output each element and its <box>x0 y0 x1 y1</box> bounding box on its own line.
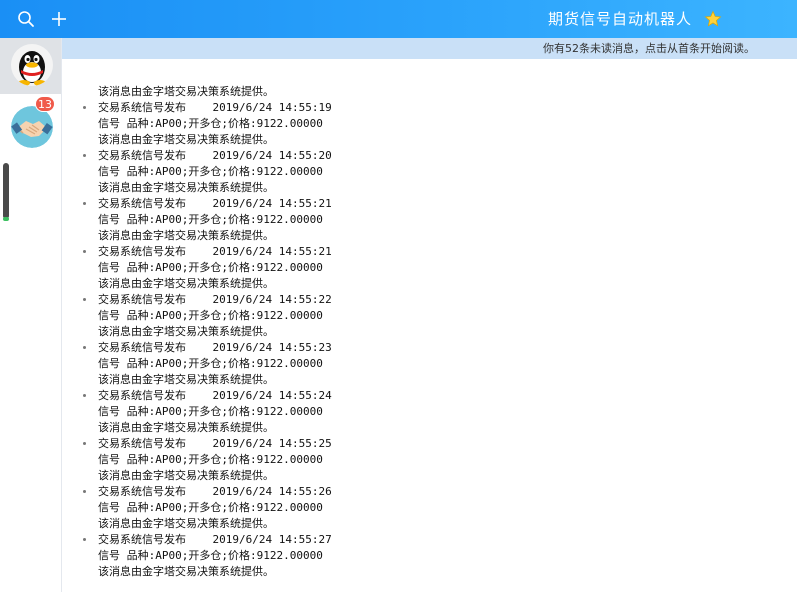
unread-notice-bar: 你有52条未读消息，点击从首条开始阅读。 <box>62 38 797 59</box>
list-bullet <box>83 202 86 205</box>
message-signal: 信号 品种:AP00;开多仓;价格:9122.00000 <box>98 357 323 370</box>
list-bullet <box>83 346 86 349</box>
message-header-text: 交易系统信号发布 2019/6/24 14:55:21 <box>98 197 332 210</box>
message-signal: 信号 品种:AP00;开多仓;价格:9122.00000 <box>98 213 323 226</box>
list-bullet <box>83 250 86 253</box>
message-footer: 该消息由金字塔交易决策系统提供。 <box>98 469 274 482</box>
message-header-text: 交易系统信号发布 2019/6/24 14:55:20 <box>98 149 332 162</box>
unread-notice-link[interactable]: 你有52条未读消息，点击从首条开始阅读。 <box>543 41 755 56</box>
plus-icon[interactable] <box>49 9 69 29</box>
message-header-text: 交易系统信号发布 2019/6/24 14:55:25 <box>98 437 332 450</box>
list-bullet <box>83 490 86 493</box>
list-bullet <box>83 106 86 109</box>
star-icon <box>704 10 722 28</box>
message-signal: 信号 品种:AP00;开多仓;价格:9122.00000 <box>98 165 323 178</box>
message-area[interactable]: 该消息由金字塔交易决策系统提供。 交易系统信号发布 2019/6/24 14:5… <box>62 59 797 592</box>
message-footer: 该消息由金字塔交易决策系统提供。 <box>98 85 274 98</box>
list-bullet <box>83 394 86 397</box>
message-signal: 信号 品种:AP00;开多仓;价格:9122.00000 <box>98 501 323 514</box>
message-header: 交易系统信号发布 2019/6/24 14:55:26 <box>62 484 332 500</box>
list-bullet <box>83 298 86 301</box>
message-header-text: 交易系统信号发布 2019/6/24 14:55:21 <box>98 245 332 258</box>
message-footer: 该消息由金字塔交易决策系统提供。 <box>98 373 274 386</box>
list-bullet <box>83 154 86 157</box>
window-title: 期货信号自动机器人 <box>548 10 693 28</box>
message-footer: 该消息由金字塔交易决策系统提供。 <box>98 133 274 146</box>
message-header: 交易系统信号发布 2019/6/24 14:55:27 <box>62 532 332 548</box>
unread-count-badge: 13 <box>35 96 55 112</box>
sidebar-item-qq[interactable] <box>0 38 61 94</box>
message-signal: 信号 品种:AP00;开多仓;价格:9122.00000 <box>98 549 323 562</box>
message-signal: 信号 品种:AP00;开多仓;价格:9122.00000 <box>98 405 323 418</box>
search-icon[interactable] <box>16 9 36 29</box>
message-footer: 该消息由金字塔交易决策系统提供。 <box>98 517 274 530</box>
sidebar-item-robot[interactable]: 13 <box>0 96 61 156</box>
message-header: 交易系统信号发布 2019/6/24 14:55:19 <box>62 100 332 116</box>
message-footer: 该消息由金字塔交易决策系统提供。 <box>98 565 274 578</box>
message-header-text: 交易系统信号发布 2019/6/24 14:55:24 <box>98 389 332 402</box>
message-footer: 该消息由金字塔交易决策系统提供。 <box>98 229 274 242</box>
message-header: 交易系统信号发布 2019/6/24 14:55:21 <box>62 244 332 260</box>
list-bullet <box>83 442 86 445</box>
title-bar: 期货信号自动机器人 <box>0 0 797 38</box>
message-footer: 该消息由金字塔交易决策系统提供。 <box>98 421 274 434</box>
message-footer: 该消息由金字塔交易决策系统提供。 <box>98 181 274 194</box>
message-signal: 信号 品种:AP00;开多仓;价格:9122.00000 <box>98 309 323 322</box>
message-header: 交易系统信号发布 2019/6/24 14:55:25 <box>62 436 332 452</box>
message-header: 交易系统信号发布 2019/6/24 14:55:23 <box>62 340 332 356</box>
message-header: 交易系统信号发布 2019/6/24 14:55:20 <box>62 148 332 164</box>
message-footer: 该消息由金字塔交易决策系统提供。 <box>98 325 274 338</box>
message-header: 交易系统信号发布 2019/6/24 14:55:22 <box>62 292 332 308</box>
message-header-text: 交易系统信号发布 2019/6/24 14:55:19 <box>98 101 332 114</box>
message-signal: 信号 品种:AP00;开多仓;价格:9122.00000 <box>98 117 323 130</box>
sidebar-scrollbar[interactable] <box>3 163 9 221</box>
message-signal: 信号 品种:AP00;开多仓;价格:9122.00000 <box>98 261 323 274</box>
list-bullet <box>83 538 86 541</box>
message-list: 该消息由金字塔交易决策系统提供。 交易系统信号发布 2019/6/24 14:5… <box>62 84 332 580</box>
message-header-text: 交易系统信号发布 2019/6/24 14:55:27 <box>98 533 332 546</box>
message-signal: 信号 品种:AP00;开多仓;价格:9122.00000 <box>98 453 323 466</box>
message-header: 交易系统信号发布 2019/6/24 14:55:21 <box>62 196 332 212</box>
message-footer: 该消息由金字塔交易决策系统提供。 <box>98 277 274 290</box>
message-header-text: 交易系统信号发布 2019/6/24 14:55:22 <box>98 293 332 306</box>
message-header-text: 交易系统信号发布 2019/6/24 14:55:23 <box>98 341 332 354</box>
contact-sidebar: 13 <box>0 38 62 592</box>
qq-penguin-avatar <box>11 44 53 86</box>
message-header-text: 交易系统信号发布 2019/6/24 14:55:26 <box>98 485 332 498</box>
message-header: 交易系统信号发布 2019/6/24 14:55:24 <box>62 388 332 404</box>
